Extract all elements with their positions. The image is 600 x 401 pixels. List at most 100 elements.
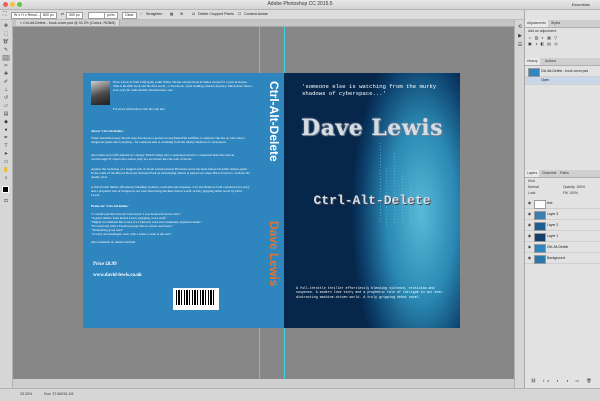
- website-note: For more information visit his web site.: [113, 107, 166, 111]
- layer-row[interactable]: ◉ text: [525, 198, 600, 209]
- digital-rain: [394, 153, 395, 223]
- history-brush-tool-icon[interactable]: ↺: [2, 95, 10, 101]
- clone-stamp-tool-icon[interactable]: ⊥: [2, 87, 10, 93]
- adjustment-icons[interactable]: ☼ ▥ ◐ ▦ ▽: [528, 35, 558, 40]
- marquee-tool-icon[interactable]: ⬚: [2, 31, 10, 37]
- clear-button[interactable]: Clear: [122, 11, 137, 19]
- eraser-tool-icon[interactable]: ▱: [2, 103, 10, 109]
- barcode: [173, 288, 219, 310]
- layer-thumbnail: [534, 221, 546, 231]
- tab-paths[interactable]: Paths: [558, 170, 571, 177]
- swap-icon[interactable]: ⇄: [61, 11, 64, 17]
- website-url: www.david-lewis.co.uk: [93, 273, 142, 278]
- shape-tool-icon[interactable]: ▭: [2, 159, 10, 165]
- crop-width-field[interactable]: 800 px: [40, 11, 57, 19]
- spine-author: Dave Lewis: [267, 221, 281, 287]
- blur-tool-icon[interactable]: ◆: [2, 119, 10, 125]
- hand-tool-icon[interactable]: ✋: [2, 167, 10, 173]
- layer-row[interactable]: ◉ Layer 3: [525, 209, 600, 220]
- visibility-eye-icon[interactable]: ◉: [527, 211, 532, 216]
- options-bar: ⛶ W x H x Resol... 800 px ⇄ 500 px px/in…: [0, 10, 600, 20]
- visibility-eye-icon[interactable]: ◉: [527, 233, 532, 238]
- title-bar: Adobe Photoshop CC 2015.5 Essentials: [0, 0, 600, 10]
- visibility-eye-icon[interactable]: ◉: [527, 244, 532, 249]
- adjustment-icons[interactable]: ▣ ◑ ◧ ▤ ◎: [528, 41, 559, 46]
- fill-field[interactable]: Fill: 100%: [563, 191, 578, 196]
- dodge-tool-icon[interactable]: ●: [2, 127, 10, 133]
- crop-tool-icon[interactable]: ⛶: [2, 55, 10, 61]
- layers-panel-header: Layers Channels Paths: [525, 170, 600, 178]
- author-bio: Dave Lewis is from Cilfynydd, south Wale…: [113, 80, 252, 93]
- opacity-field[interactable]: Opacity: 100%: [563, 185, 585, 190]
- foreground-color-swatch[interactable]: [2, 186, 9, 193]
- pen-tool-icon[interactable]: ✒: [2, 135, 10, 141]
- content-aware-checkbox[interactable]: ☐: [238, 11, 241, 17]
- straighten-button[interactable]: Straighten: [146, 11, 162, 17]
- brush-tool-icon[interactable]: ✐: [2, 79, 10, 85]
- adjustments-panel-header: Adjustments Styles: [525, 20, 600, 28]
- overlay-grid-icon[interactable]: ▦: [170, 11, 173, 17]
- type-tool-icon[interactable]: T: [2, 143, 10, 149]
- lasso-tool-icon[interactable]: ➰: [2, 39, 10, 45]
- resolution-unit-select[interactable]: px/in: [104, 11, 118, 19]
- history-panel-header: History Actions: [525, 58, 600, 66]
- tab-adjustments[interactable]: Adjustments: [525, 20, 548, 27]
- delete-cropped-label: Delete Cropped Pixels: [198, 12, 234, 16]
- eyedropper-tool-icon[interactable]: ✑: [2, 63, 10, 69]
- tab-history[interactable]: History: [525, 58, 540, 65]
- visibility-eye-icon[interactable]: ◉: [527, 255, 532, 260]
- layer-thumbnail: [534, 254, 546, 264]
- layer-name: text: [547, 201, 553, 205]
- path-select-tool-icon[interactable]: ➤: [2, 151, 10, 157]
- properties-panel-icon[interactable]: ☰: [516, 42, 524, 48]
- author-photo: [91, 81, 110, 105]
- settings-gear-icon[interactable]: ⚙: [180, 11, 183, 17]
- cover-tagline: 'someone else is watching from the murky…: [302, 83, 437, 97]
- layer-name: Layer 3: [547, 212, 559, 216]
- move-tool-icon[interactable]: ✥: [2, 23, 10, 29]
- visibility-eye-icon[interactable]: ◉: [527, 222, 532, 227]
- history-item[interactable]: Open: [525, 77, 600, 85]
- tab-channels[interactable]: Channels: [540, 170, 558, 177]
- tab-styles[interactable]: Styles: [549, 20, 562, 27]
- about-paragraph-4: A full throttle thriller effortlessly bl…: [91, 185, 250, 198]
- crop-preset-select[interactable]: W x H x Resol...: [11, 11, 43, 19]
- layer-thumbnail: [534, 199, 546, 209]
- cover-author: Dave Lewis: [301, 115, 443, 141]
- zoom-tool-icon[interactable]: ⌕: [2, 175, 10, 181]
- gradient-tool-icon[interactable]: ▤: [2, 111, 10, 117]
- crop-tool-icon[interactable]: ⛶: [3, 11, 7, 17]
- tab-layers[interactable]: Layers: [525, 170, 540, 177]
- tab-actions[interactable]: Actions: [543, 58, 558, 65]
- history-panel-icon[interactable]: ⟲: [516, 24, 524, 30]
- quick-mask-icon[interactable]: ◘: [2, 198, 10, 204]
- actions-panel-icon[interactable]: ▶: [516, 33, 524, 39]
- history-item-label: Ctrl-Alt-Delete - book cover.psd: [541, 69, 589, 73]
- layer-row[interactable]: ◉ Layer 1: [525, 231, 600, 242]
- visibility-eye-icon[interactable]: ◉: [527, 200, 532, 205]
- document-tab[interactable]: × Ctrl-Alt-Delete - book cover.psd @ 33.…: [16, 20, 121, 26]
- panels-dock: Adjustments Styles Add an adjustment ☼ ▥…: [524, 10, 600, 388]
- layer-filter-kind[interactable]: Kind: [528, 179, 535, 184]
- workspace-switcher[interactable]: Essentials: [572, 1, 590, 8]
- digital-rain: [380, 143, 381, 223]
- document-tab-label: Ctrl-Alt-Delete - book cover.psd @ 33.3%…: [23, 21, 116, 25]
- layer-row[interactable]: ◉ Ctrl-Alt-Delete: [525, 242, 600, 253]
- availability-note: Also available on Amazon Kindle.: [91, 240, 136, 244]
- layer-name: Ctrl-Alt-Delete: [547, 245, 569, 249]
- layer-thumbnail: [534, 243, 546, 253]
- delete-cropped-checkbox[interactable]: ☑: [192, 11, 195, 17]
- healing-brush-tool-icon[interactable]: ✚: [2, 71, 10, 77]
- quick-select-tool-icon[interactable]: ✎: [2, 47, 10, 53]
- horizontal-scrollbar[interactable]: [13, 379, 514, 388]
- blend-mode-select[interactable]: Normal: [528, 185, 539, 190]
- layer-row[interactable]: ◉ Background: [525, 253, 600, 264]
- history-item[interactable]: Ctrl-Alt-Delete - book cover.psd: [525, 66, 600, 77]
- layer-row[interactable]: ◉ Layer 2: [525, 220, 600, 231]
- crop-height-field[interactable]: 500 px: [66, 11, 83, 19]
- straighten-icon[interactable]: ⟋: [140, 11, 143, 17]
- zoom-level[interactable]: 33.33%: [20, 389, 32, 400]
- about-heading: About 'Ctrl-Alt-Delete'.: [91, 129, 125, 133]
- layer-actions-icons[interactable]: ⛓ fx ◐ ◑ ▭ 🗑: [531, 378, 594, 383]
- document-size: Doc: 37.6M/34.1M: [44, 392, 74, 396]
